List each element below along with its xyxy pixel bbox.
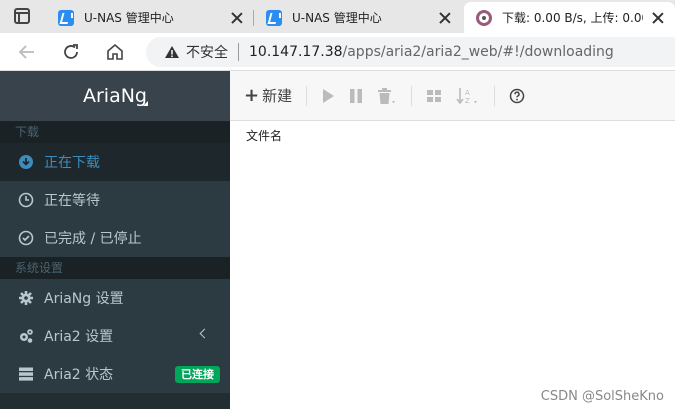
security-label[interactable]: 不安全: [186, 42, 228, 62]
home-icon[interactable]: [104, 41, 126, 63]
close-icon[interactable]: [651, 11, 665, 25]
browser-tab-3[interactable]: 下载: 0.00 B/s, 上传: 0.00 B/s: [464, 2, 675, 33]
download-circle-icon: [19, 155, 33, 169]
reload-icon[interactable]: [60, 41, 82, 63]
url-path: /apps/aria2/aria2_web/#!/downloading: [342, 44, 614, 60]
app-brand[interactable]: AriaNg: [0, 71, 230, 121]
sidebar-item-label: AriaNg 设置: [44, 291, 124, 307]
check-circle-icon: [18, 230, 34, 246]
unas-icon: [266, 9, 282, 26]
sidebar-item-stopped[interactable]: 已完成 / 已停止: [0, 219, 230, 257]
svg-text:A: A: [465, 89, 470, 97]
browser-tab-1[interactable]: U-NAS 管理中心: [46, 2, 254, 33]
tab-title: U-NAS 管理中心: [84, 11, 174, 25]
grid-icon[interactable]: [426, 84, 442, 108]
sidebar-item-ariang-settings[interactable]: AriaNg 设置: [0, 279, 230, 317]
pause-icon[interactable]: [349, 84, 363, 108]
section-header-settings: 系统设置: [0, 257, 230, 279]
sidebar-item-downloading[interactable]: 正在下载: [0, 143, 230, 181]
sidebar-item-waiting[interactable]: 正在等待: [0, 181, 230, 219]
warning-icon[interactable]: [164, 45, 180, 59]
browser-tab-2[interactable]: U-NAS 管理中心: [254, 2, 462, 33]
back-arrow-icon[interactable]: [16, 41, 38, 63]
caret-icon: [143, 101, 148, 106]
chevron-left-icon: [199, 328, 210, 339]
browser-tab-strip: U-NAS 管理中心 U-NAS 管理中心 下载: 0.00 B/s, 上传: …: [0, 0, 675, 33]
sidebar-item-label: 正在等待: [44, 193, 100, 209]
browser-toolbar: 不安全 10.147.17.38 /apps/aria2/aria2_web/#…: [0, 33, 675, 71]
plus-icon: +: [244, 85, 260, 106]
gears-icon: [20, 329, 33, 343]
sidebar-item-aria2-settings[interactable]: Aria2 设置: [0, 317, 230, 355]
close-icon[interactable]: [230, 11, 244, 25]
brand-title: AriaNg: [82, 85, 147, 107]
sidebar-item-aria2-status[interactable]: Aria2 状态 已连接: [0, 355, 230, 393]
column-header-filename[interactable]: 文件名: [230, 121, 675, 144]
sidebar-item-label: 已完成 / 已停止: [44, 231, 142, 247]
address-bar[interactable]: 不安全 10.147.17.38 /apps/aria2/aria2_web/#…: [146, 37, 675, 67]
sidebar: AriaNg 下载 正在下载 正在等待 已完成 / 已停止 系统设置 AriaN…: [0, 71, 230, 409]
connection-status-badge: 已连接: [175, 366, 220, 383]
server-icon: [19, 367, 33, 381]
sort-icon[interactable]: A Z: [456, 84, 480, 108]
tab-title: 下载: 0.00 B/s, 上传: 0.00 B/s: [502, 11, 643, 25]
url-host: 10.147.17.38: [249, 44, 343, 60]
svg-text:Z: Z: [465, 97, 470, 105]
gear-icon: [19, 291, 33, 305]
new-task-label: 新建: [262, 87, 293, 105]
tab-title: U-NAS 管理中心: [292, 11, 382, 25]
sidebar-item-label: Aria2 状态: [44, 367, 114, 383]
help-icon[interactable]: [509, 84, 525, 108]
trash-icon[interactable]: [377, 84, 397, 108]
watermark: CSDN @SolSheKno: [540, 389, 664, 404]
new-task-button[interactable]: + 新建: [244, 84, 292, 108]
main-content: + 新建 A Z 文件名 CSDN @SolSheKno: [230, 71, 675, 409]
close-icon[interactable]: [438, 11, 452, 25]
content-toolbar: + 新建 A Z: [230, 71, 675, 121]
sidebar-item-label: Aria2 设置: [44, 329, 114, 345]
unas-icon: [58, 9, 74, 26]
clock-icon: [18, 192, 34, 208]
section-header-downloads: 下载: [0, 121, 230, 143]
sidebar-item-label: 正在下载: [44, 155, 100, 171]
window-menu-icon[interactable]: [14, 8, 30, 24]
ariang-icon: [476, 9, 492, 26]
play-icon[interactable]: [321, 84, 335, 108]
